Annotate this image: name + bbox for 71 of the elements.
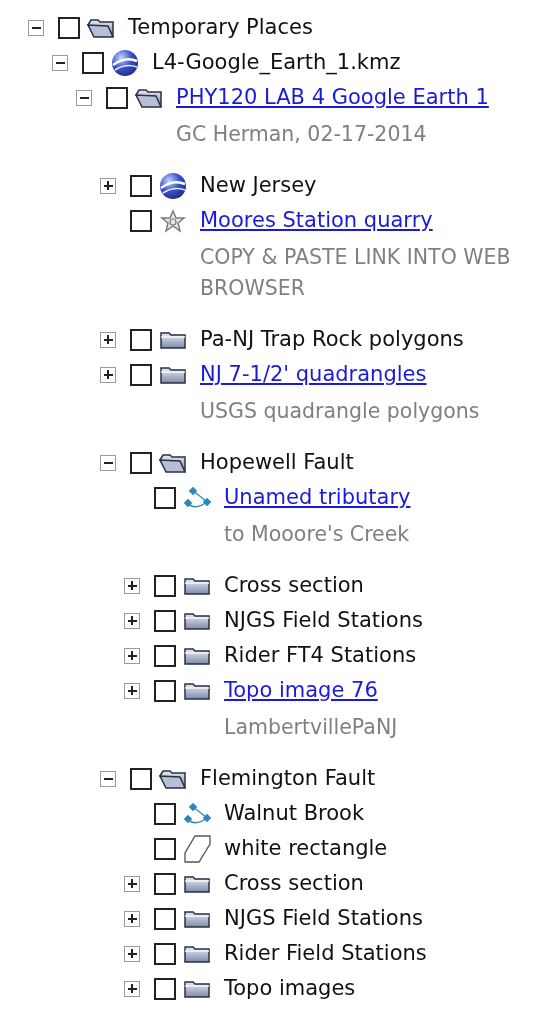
collapse-toggle[interactable] — [28, 19, 44, 36]
item-description: to Mooore's Creek — [224, 522, 410, 546]
item-label: Walnut Brook — [224, 799, 365, 827]
item-description: LambertvillePaNJ — [224, 715, 398, 739]
checkbox[interactable] — [154, 574, 176, 597]
item-label: Cross section — [224, 869, 364, 897]
checkbox[interactable] — [154, 802, 176, 825]
checkbox[interactable] — [58, 16, 80, 39]
star-icon — [158, 208, 188, 233]
item-label: NJGS Field Stations — [224, 606, 423, 634]
connected-dots-icon — [182, 485, 212, 510]
item-link[interactable]: Moores Station quarry — [200, 204, 433, 237]
expand-toggle[interactable] — [100, 177, 116, 194]
checkbox[interactable] — [154, 679, 176, 702]
expand-toggle[interactable] — [124, 980, 140, 997]
checkbox[interactable] — [130, 363, 152, 386]
checkbox[interactable] — [130, 767, 152, 790]
expand-toggle[interactable] — [124, 875, 140, 892]
item-link[interactable]: NJ 7-1/2' quadrangles — [200, 358, 427, 391]
item-label: Pa-NJ Trap Rock polygons — [200, 325, 464, 353]
connected-dots-icon — [182, 801, 212, 826]
checkbox[interactable] — [154, 486, 176, 509]
checkbox[interactable] — [154, 837, 176, 860]
item-description: USGS quadrangle polygons — [200, 399, 480, 423]
expand-toggle[interactable] — [124, 910, 140, 927]
collapse-toggle[interactable] — [100, 454, 116, 471]
checkbox[interactable] — [154, 977, 176, 1000]
item-label: Flemington Fault — [200, 764, 376, 792]
checkbox[interactable] — [130, 209, 152, 232]
polygon-icon — [182, 833, 212, 864]
checkbox[interactable] — [154, 907, 176, 930]
checkbox[interactable] — [130, 174, 152, 197]
expand-toggle[interactable] — [124, 577, 140, 594]
checkbox[interactable] — [154, 609, 176, 632]
checkbox[interactable] — [154, 872, 176, 895]
item-link[interactable]: PHY120 LAB 4 Google Earth 1 — [176, 81, 489, 114]
collapse-toggle[interactable] — [52, 54, 68, 71]
item-label: L4-Google_Earth_1.kmz — [152, 48, 401, 77]
item-label: Hopewell Fault — [200, 448, 354, 476]
item-label: Cross section — [224, 571, 364, 599]
collapse-toggle[interactable] — [100, 770, 116, 787]
item-label: Topo images — [224, 974, 356, 1002]
checkbox[interactable] — [130, 451, 152, 474]
expand-toggle[interactable] — [124, 945, 140, 962]
expand-toggle[interactable] — [124, 682, 140, 699]
open-folder-icon — [134, 86, 164, 109]
checkbox[interactable] — [154, 644, 176, 667]
item-label: Rider Field Stations — [224, 939, 427, 967]
item-link[interactable]: Unamed tributary — [224, 481, 411, 514]
checkbox[interactable] — [154, 942, 176, 965]
open-folder-icon — [158, 767, 188, 790]
expand-toggle[interactable] — [124, 612, 140, 629]
item-label: NJGS Field Stations — [224, 904, 423, 932]
open-folder-icon — [86, 16, 116, 39]
item-label: white rectangle — [224, 834, 388, 862]
item-description: GC Herman, 02-17-2014 — [176, 122, 427, 146]
item-label: Temporary Places — [128, 13, 313, 41]
expand-toggle[interactable] — [124, 647, 140, 664]
checkbox[interactable] — [82, 51, 104, 74]
checkbox[interactable] — [106, 86, 128, 109]
open-folder-icon — [158, 451, 188, 474]
item-link[interactable]: Topo image 76 — [224, 674, 378, 707]
globe-icon — [110, 47, 140, 78]
expand-toggle[interactable] — [100, 331, 116, 348]
collapse-toggle[interactable] — [76, 89, 92, 106]
item-label: New Jersey — [200, 171, 317, 199]
expand-toggle[interactable] — [100, 366, 116, 383]
item-description: COPY & PASTE LINK INTO WEB BROWSER — [200, 245, 511, 300]
item-label: Rider FT4 Stations — [224, 641, 417, 669]
globe-icon — [158, 170, 188, 201]
checkbox[interactable] — [130, 328, 152, 351]
